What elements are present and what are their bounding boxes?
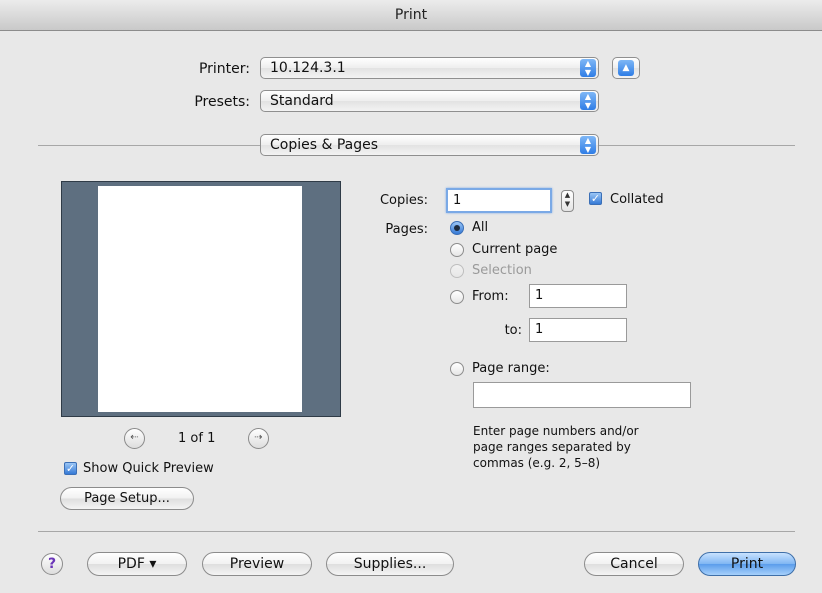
presets-popup[interactable]: Standard ▲ ▼ [260,90,599,112]
pages-from-field[interactable]: 1 [529,284,627,308]
arrow-right-icon: ⇢ [254,432,263,443]
section-popup[interactable]: Copies & Pages ▲ ▼ [260,134,599,156]
page-setup-button[interactable]: Page Setup... [60,487,194,510]
page-range-field[interactable] [473,382,691,408]
popup-arrows-icon: ▲ ▼ [580,59,596,77]
printer-label: Printer: [198,61,250,77]
copies-stepper[interactable]: ▲ ▼ [561,190,574,212]
page-range-hint-line2: page ranges separated by [473,440,631,454]
window-title: Print [394,7,428,23]
arrow-left-icon: ⇠ [130,432,139,443]
stepper-arrows-icon: ▲ ▼ [564,191,571,208]
popup-arrows-icon: ▲ ▼ [580,136,596,154]
pages-to-label: to: [504,323,522,338]
pages-all-radio[interactable] [450,221,464,235]
pages-range-radio[interactable] [450,362,464,376]
print-button[interactable]: Print [698,552,796,576]
disclosure-up-icon: ▲ [618,60,634,76]
preview-page [98,186,302,412]
pages-label: Pages: [385,222,428,237]
cancel-button[interactable]: Cancel [584,552,684,576]
preview-button[interactable]: Preview [202,552,312,576]
page-range-hint-line3: commas (e.g. 2, 5–8) [473,456,601,470]
pages-from-label: From: [472,289,509,304]
pages-all-label: All [472,220,489,235]
pages-current-radio[interactable] [450,243,464,257]
printer-popup[interactable]: 10.124.3.1 ▲ ▼ [260,57,599,79]
presets-label: Presets: [194,94,250,110]
section-value: Copies & Pages [270,137,379,153]
next-page-button[interactable]: ⇢ [248,428,269,449]
previous-page-button[interactable]: ⇠ [124,428,145,449]
pages-selection-radio[interactable] [450,264,464,278]
page-indicator: 1 of 1 [178,431,216,446]
printer-value: 10.124.3.1 [270,60,346,76]
printer-disclosure-button[interactable]: ▲ [612,57,640,79]
section-divider-right [599,145,795,146]
pages-range-label: Page range: [472,361,550,376]
pages-from-radio[interactable] [450,290,464,304]
supplies-button[interactable]: Supplies... [326,552,454,576]
popup-arrows-icon: ▲ ▼ [580,92,596,110]
section-divider-left [38,145,260,146]
footer-divider [38,531,795,532]
pdf-menu-button[interactable]: PDF ▾ [87,552,187,576]
show-quick-preview-checkbox[interactable]: ✓ [64,462,77,475]
help-button[interactable]: ? [41,553,63,575]
presets-value: Standard [270,93,334,109]
page-range-hint-line1: Enter page numbers and/or [473,424,639,438]
copies-field[interactable]: 1 [446,188,552,213]
show-quick-preview-label: Show Quick Preview [83,461,214,476]
collated-label: Collated [610,192,664,207]
pages-to-field[interactable]: 1 [529,318,627,342]
copies-label: Copies: [379,193,428,208]
pages-selection-label: Selection [472,263,532,278]
collated-checkbox[interactable]: ✓ [589,192,602,205]
pages-current-label: Current page [472,242,558,257]
